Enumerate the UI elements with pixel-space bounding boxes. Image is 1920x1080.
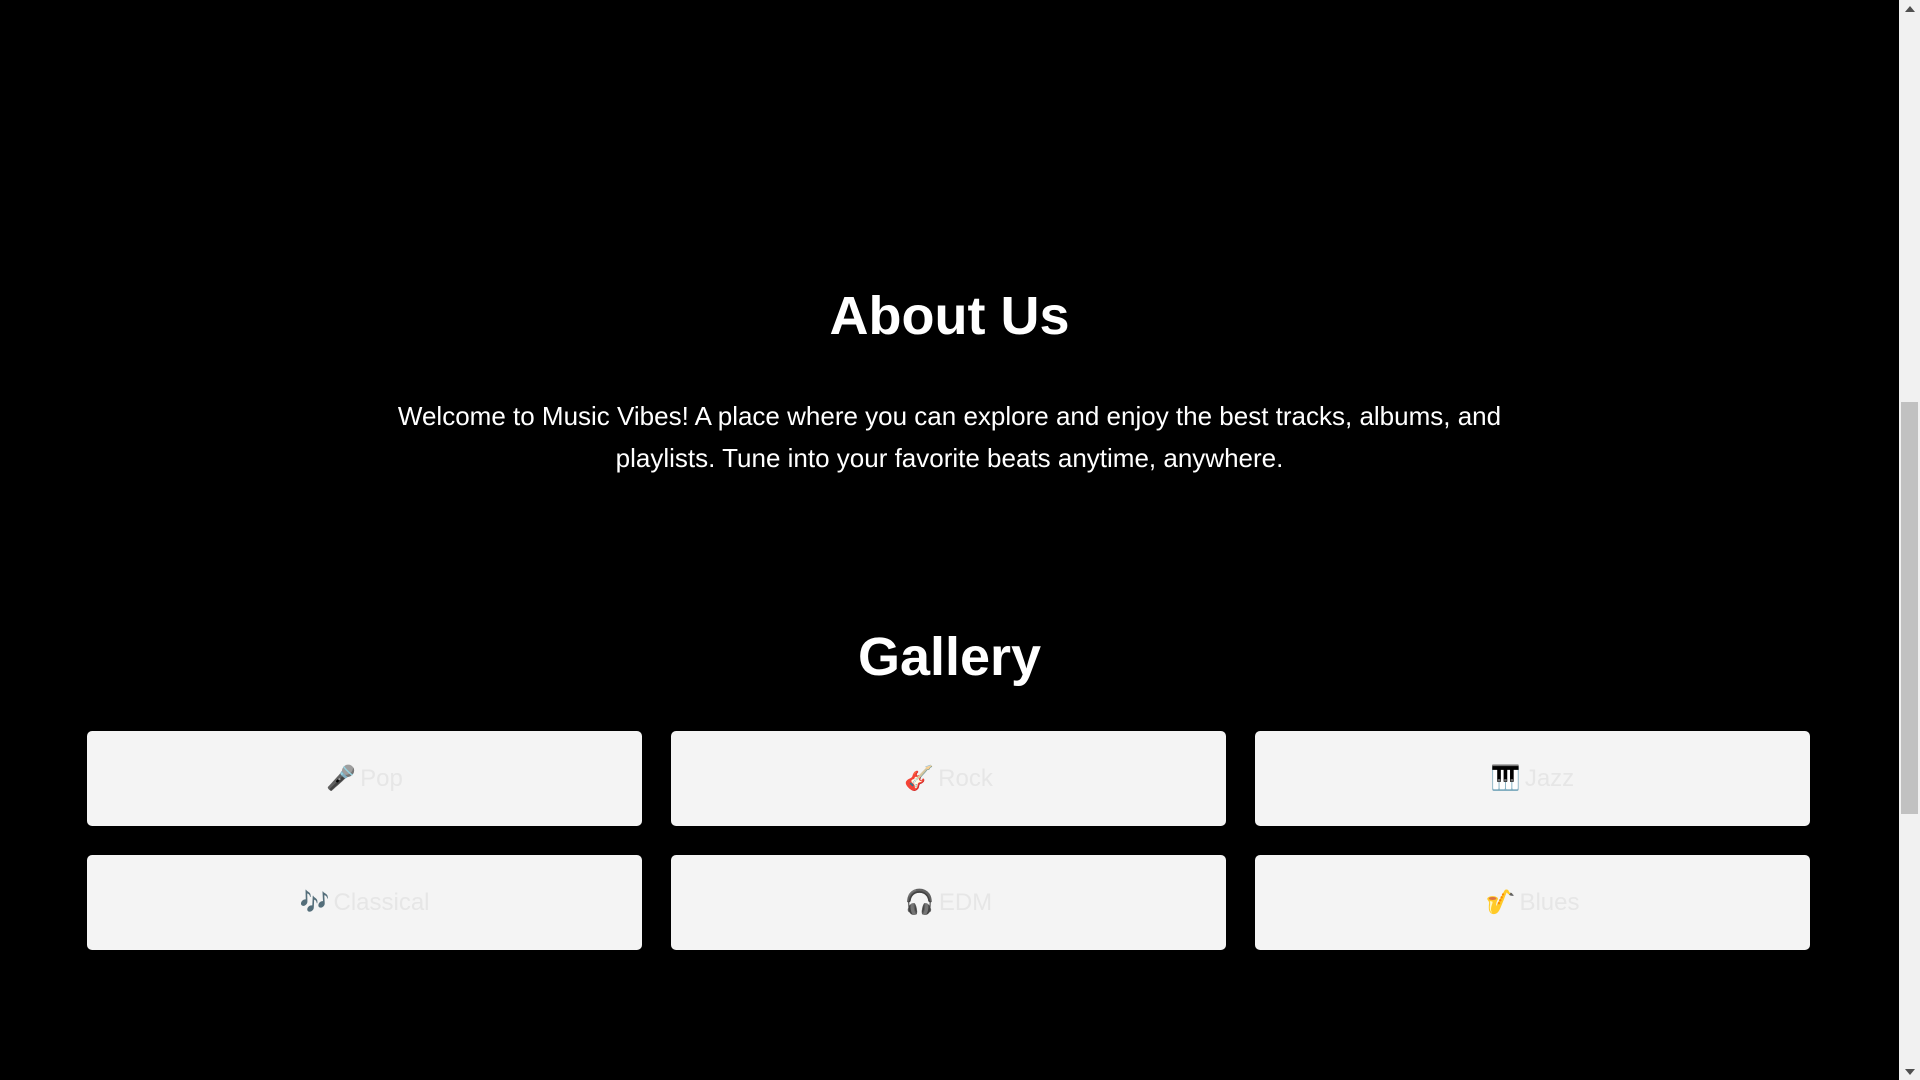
scrollbar-thumb[interactable]: [1901, 402, 1918, 814]
vertical-scrollbar[interactable]: [1899, 0, 1920, 1080]
gallery-item-pop[interactable]: 🎤 Pop: [87, 731, 642, 826]
saxophone-icon: 🎷: [1485, 889, 1516, 916]
gallery-item-classical[interactable]: 🎶 Classical: [87, 855, 642, 950]
gallery-item-edm[interactable]: 🎧 EDM: [671, 855, 1226, 950]
gallery-item-rock[interactable]: 🎸 Rock: [671, 731, 1226, 826]
gallery-item-label: Jazz: [1524, 764, 1575, 792]
gallery-item-jazz[interactable]: 🎹 Jazz: [1255, 731, 1810, 826]
guitar-icon: 🎸: [904, 765, 935, 792]
about-title: About Us: [829, 286, 1070, 346]
about-description: Welcome to Music Vibes! A place where yo…: [397, 401, 1502, 473]
gallery-item-label: Classical: [333, 888, 430, 916]
scroll-down-arrow-icon[interactable]: [1899, 1063, 1920, 1080]
gallery-item-label: Pop: [360, 764, 403, 792]
about-section: About Us Welcome to Music Vibes! A place…: [0, 280, 1899, 479]
microphone-icon: 🎤: [326, 765, 357, 792]
gallery-item-blues[interactable]: 🎷 Blues: [1255, 855, 1810, 950]
headphones-icon: 🎧: [904, 889, 935, 916]
piano-icon: 🎹: [1490, 765, 1521, 792]
gallery-item-label: EDM: [938, 888, 993, 916]
gallery-item-label: Rock: [938, 764, 993, 792]
page-viewport: About Us Welcome to Music Vibes! A place…: [0, 0, 1899, 1080]
music-notes-icon: 🎶: [299, 889, 330, 916]
scroll-up-arrow-icon[interactable]: [1899, 0, 1920, 17]
gallery-item-label: Blues: [1519, 888, 1580, 916]
gallery-grid: 🎤 Pop 🎸 Rock 🎹 Jazz 🎶 Classical 🎧 EDM 🎷 …: [87, 731, 1811, 950]
gallery-title: Gallery: [857, 627, 1042, 687]
